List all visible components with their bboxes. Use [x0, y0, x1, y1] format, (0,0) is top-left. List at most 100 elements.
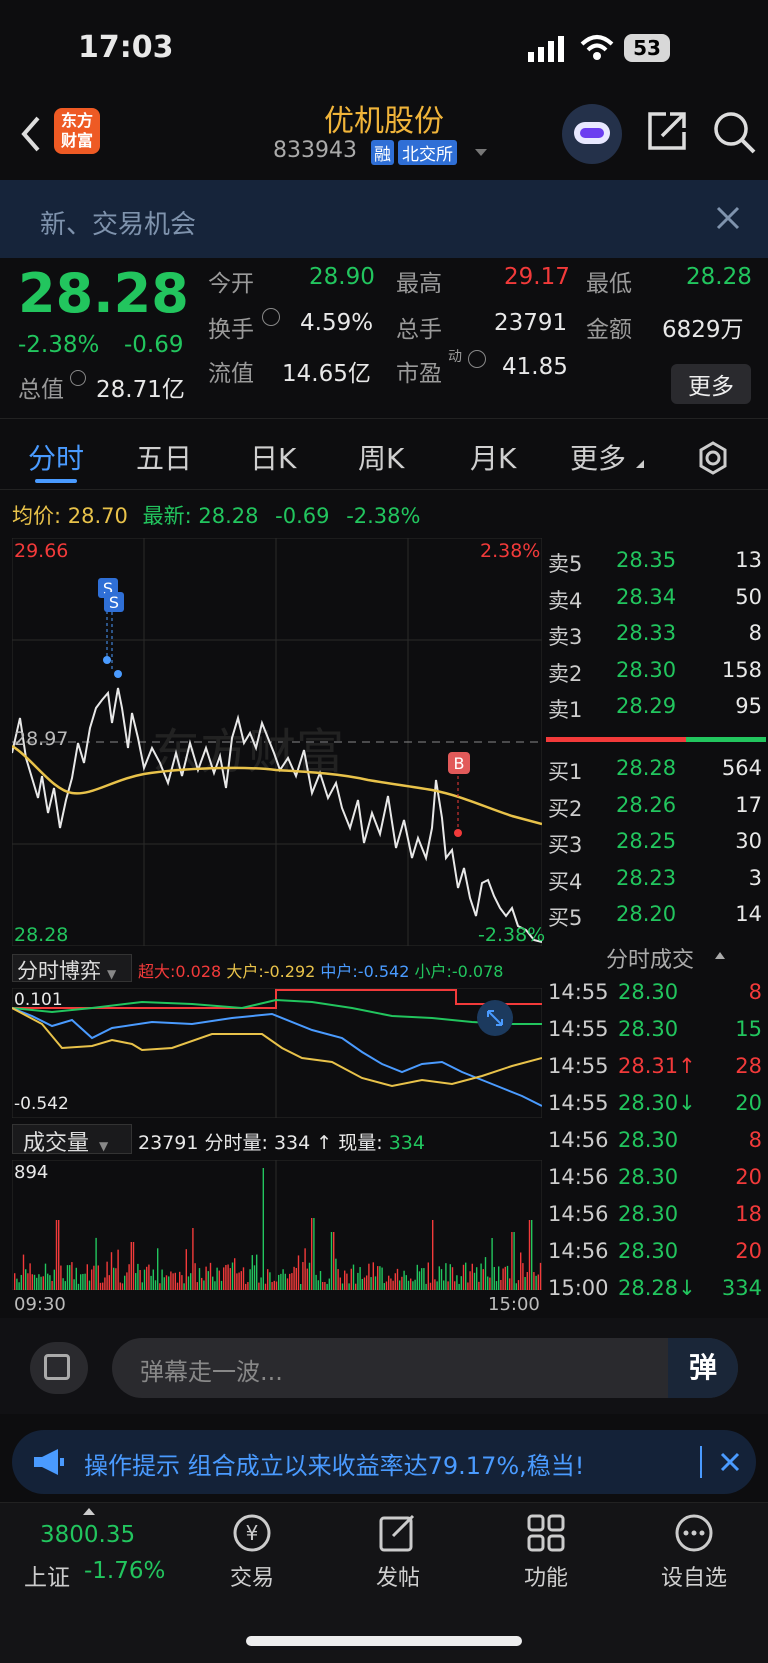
volume-bar: [363, 1277, 366, 1290]
settings-icon[interactable]: [696, 441, 730, 475]
ask-row-label: 卖2: [548, 661, 583, 686]
volume-bar: [315, 1274, 317, 1290]
pct-max: 2.38%: [480, 540, 541, 562]
volume-bar: [522, 1263, 524, 1290]
volume-bar: [330, 1232, 333, 1290]
pre-close: 28.97: [14, 728, 69, 750]
tick-time: 14:55: [548, 1017, 609, 1041]
game-max: 0.101: [14, 990, 63, 1010]
tab-daily-k[interactable]: 日K: [250, 437, 296, 477]
danmu-settings-icon[interactable]: [30, 1342, 88, 1394]
tab-more[interactable]: 更多: [570, 437, 626, 477]
volume-bar: [355, 1283, 357, 1290]
tab-weekly-k[interactable]: 周K: [358, 437, 404, 477]
tick-row: 15:00 28.28↓ 334: [544, 1272, 768, 1308]
notice-bar[interactable]: 操作提示 组合成立以来收益率达79.17%,稳当!: [12, 1430, 756, 1494]
amount-value: 6829万: [662, 317, 744, 343]
volume-bar: [135, 1273, 137, 1290]
intraday-price-chart[interactable]: 东方财富 S S B: [12, 538, 542, 946]
nav-trade[interactable]: ¥ 交易: [182, 1512, 322, 1602]
info-icon[interactable]: [468, 350, 486, 368]
volume-bar: [273, 1280, 275, 1290]
nav-post-label: 发帖: [375, 1566, 420, 1591]
volume-bar: [284, 1273, 286, 1290]
close-icon[interactable]: [720, 1452, 740, 1472]
bid-row[interactable]: 买5 28.20 14: [544, 898, 768, 934]
volume-bar: [269, 1272, 271, 1290]
high-label: 最高: [396, 271, 442, 297]
more-button[interactable]: 更多: [671, 364, 751, 404]
volume-bar: [438, 1266, 440, 1290]
tick-time: 14:55: [548, 1054, 609, 1078]
search-icon[interactable]: [712, 110, 758, 156]
bid-row-price: 28.23: [616, 865, 677, 890]
game-indicator-chart[interactable]: [12, 988, 542, 1118]
volume-bar: [60, 1265, 62, 1290]
share-icon[interactable]: [646, 110, 688, 152]
volume-bar: [238, 1272, 240, 1290]
danmu-send-button[interactable]: 弹: [668, 1338, 738, 1398]
home-indicator[interactable]: [246, 1636, 522, 1646]
index-name[interactable]: 上证: [24, 1558, 70, 1592]
volume-bar: [82, 1273, 84, 1290]
volume-label: 总手: [396, 317, 442, 343]
tick-price: 28.31↑: [618, 1054, 696, 1078]
ask-row[interactable]: 卖5 28.35 13: [544, 544, 768, 580]
volume-bar: [150, 1275, 152, 1290]
volume-chart[interactable]: [12, 1160, 542, 1290]
tick-price: 28.30: [618, 1128, 679, 1152]
open-label: 今开: [208, 271, 254, 297]
ask-row-price: 28.35: [616, 548, 677, 572]
danmu-input[interactable]: 弹幕走一波... 弹: [112, 1338, 738, 1398]
bid-row[interactable]: 买1 28.28 564: [544, 752, 768, 788]
open-value: 28.90: [309, 264, 375, 290]
volume-bar: [344, 1270, 346, 1290]
game-indicator-title: 分时博弈: [17, 959, 101, 983]
volume-bar: [322, 1281, 324, 1290]
low-label: 最低: [586, 271, 632, 297]
volume-bar: [225, 1264, 227, 1290]
volume-selector[interactable]: 成交量 ▼: [12, 1124, 132, 1156]
game-indicator-selector[interactable]: 分时博弈 ▼: [12, 954, 132, 983]
volume-bar: [403, 1270, 405, 1290]
ask-row[interactable]: 卖4 28.34 50: [544, 581, 768, 617]
pe-label: 市盈: [396, 361, 442, 387]
avg-label: 均价:: [12, 504, 62, 528]
volume-bar: [27, 1273, 29, 1290]
bid-row[interactable]: 买3 28.25 30: [544, 825, 768, 861]
ask-row[interactable]: 卖2 28.30 158: [544, 654, 768, 690]
volume-bar: [451, 1267, 454, 1290]
tab-5day[interactable]: 五日: [136, 437, 192, 477]
volume-bar: [229, 1268, 231, 1290]
robot-avatar-icon[interactable]: [562, 104, 622, 164]
volume-bar: [47, 1273, 49, 1290]
game-legend: 超大:0.028 大户:-0.292 中户:-0.542 小户:-0.078: [138, 958, 503, 982]
signal-icon: [528, 36, 564, 62]
dropdown-icon[interactable]: [474, 148, 488, 158]
volume-bar: [121, 1283, 124, 1290]
volume-bar: [260, 1277, 262, 1290]
index-value[interactable]: 3800.35: [40, 1522, 135, 1548]
volume-bar: [427, 1262, 429, 1290]
index-pct[interactable]: -1.76%: [84, 1558, 165, 1584]
nav-post[interactable]: 发帖: [328, 1512, 468, 1602]
tab-intraday[interactable]: 分时: [28, 437, 84, 477]
volume-bar: [306, 1268, 308, 1290]
tick-time: 14:55: [548, 980, 609, 1004]
volume-bar: [293, 1266, 295, 1290]
legend-value: 0.028: [175, 962, 222, 981]
close-icon[interactable]: [716, 206, 740, 230]
nav-trade-label: 交易: [229, 1566, 274, 1591]
ask-row[interactable]: 卖3 28.33 8: [544, 617, 768, 653]
info-icon[interactable]: [70, 370, 86, 386]
bid-row[interactable]: 买4 28.23 3: [544, 862, 768, 898]
nav-function[interactable]: 功能: [476, 1512, 616, 1602]
ask-row[interactable]: 卖1 28.29 95: [544, 690, 768, 726]
volume-bar: [416, 1264, 418, 1290]
tab-monthly-k[interactable]: 月K: [470, 437, 516, 477]
nav-watchlist[interactable]: 设自选: [624, 1512, 764, 1602]
info-icon[interactable]: [262, 308, 280, 326]
ticks-title[interactable]: 分时成交: [606, 942, 694, 974]
bid-row[interactable]: 买2 28.26 17: [544, 789, 768, 825]
promo-banner[interactable]: 新、交易机会: [0, 180, 768, 258]
